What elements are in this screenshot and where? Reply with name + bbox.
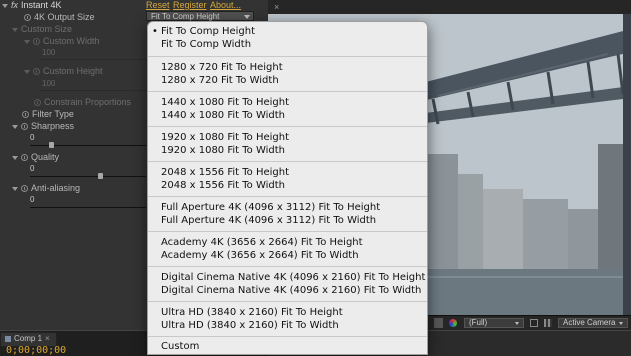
composition-icon	[5, 335, 11, 342]
sharpness-slider[interactable]	[30, 145, 146, 146]
menu-item[interactable]: Full Aperture 4K (4096 x 3112) Fit To Wi…	[161, 214, 376, 227]
menu-item[interactable]: 1280 x 720 Fit To Height	[161, 61, 283, 74]
resolution-value: (Full)	[469, 318, 488, 327]
menu-item[interactable]: Academy 4K (3656 x 2664) Fit To Width	[161, 249, 359, 262]
custom-height-value[interactable]: 100	[42, 79, 55, 88]
menu-item[interactable]: 1280 x 720 Fit To Width	[161, 74, 279, 87]
quality-label: Quality	[31, 152, 60, 162]
menu-item[interactable]: Ultra HD (3840 x 2160) Fit To Width	[161, 319, 339, 332]
effect-name: Instant 4K	[21, 0, 62, 10]
stopwatch-icon[interactable]	[34, 99, 41, 107]
custom-height-row: Custom Height	[24, 66, 103, 76]
menu-item[interactable]: Fit To Comp Height	[161, 25, 255, 38]
output-size-dropdown[interactable]: Fit To Comp Height	[146, 11, 254, 21]
menu-separator	[148, 91, 427, 92]
filter-type-label: Filter Type	[32, 109, 74, 119]
camera-icon[interactable]	[434, 318, 443, 328]
effect-header[interactable]: fx Instant 4K	[2, 0, 62, 10]
output-size-value: Fit To Comp Height	[151, 12, 220, 21]
antialiasing-slider[interactable]	[30, 207, 146, 208]
custom-height-slider[interactable]	[40, 90, 146, 91]
output-size-label: 4K Output Size	[34, 12, 95, 22]
viewer-tab-bar: ×	[268, 0, 631, 15]
color-channel-icon[interactable]	[449, 319, 457, 327]
fx-badge[interactable]: fx	[11, 0, 18, 10]
menu-separator	[148, 56, 427, 57]
menu-separator	[148, 196, 427, 197]
menu-item[interactable]: Custom	[161, 340, 199, 353]
antialiasing-row: Anti-aliasing	[12, 183, 80, 193]
selected-bullet-icon: •	[152, 26, 158, 37]
sharpness-value[interactable]: 0	[30, 133, 34, 142]
constrain-row: Constrain Proportions	[34, 97, 131, 107]
twirl-down-icon[interactable]	[12, 155, 18, 160]
register-link[interactable]: Register	[173, 0, 207, 10]
custom-width-value[interactable]: 100	[42, 48, 55, 57]
menu-item[interactable]: Digital Cinema Native 4K (4096 x 2160) F…	[161, 271, 425, 284]
resolution-dropdown[interactable]: (Full)	[464, 318, 524, 328]
twirl-down-icon[interactable]	[24, 39, 30, 44]
menu-item[interactable]: Fit To Comp Width	[161, 38, 251, 51]
stopwatch-icon[interactable]	[24, 14, 31, 22]
stopwatch-icon[interactable]	[22, 111, 29, 119]
menu-item[interactable]: Academy 4K (3656 x 2664) Fit To Height	[161, 236, 363, 249]
custom-width-row: Custom Width	[24, 36, 100, 46]
menu-separator	[148, 336, 427, 337]
twirl-down-icon[interactable]	[12, 186, 18, 191]
custom-size-group[interactable]: Custom Size	[12, 24, 72, 34]
close-icon[interactable]: ×	[274, 2, 279, 12]
filter-type-row: Filter Type	[22, 109, 74, 119]
stopwatch-icon[interactable]	[21, 185, 28, 193]
quality-value[interactable]: 0	[30, 164, 34, 173]
menu-item[interactable]: 2048 x 1556 Fit To Width	[161, 179, 285, 192]
effect-twirl-icon[interactable]	[2, 3, 8, 8]
about-link[interactable]: About...	[210, 0, 241, 10]
quality-slider[interactable]	[30, 176, 146, 177]
menu-separator	[148, 231, 427, 232]
sharpness-label: Sharpness	[31, 121, 75, 131]
twirl-down-icon[interactable]	[24, 69, 30, 74]
antialiasing-value[interactable]: 0	[30, 195, 34, 204]
constrain-label: Constrain Proportions	[44, 97, 132, 107]
stopwatch-icon[interactable]	[33, 38, 40, 46]
menu-separator	[148, 161, 427, 162]
custom-width-slider[interactable]	[40, 59, 146, 60]
menu-item[interactable]: 1440 x 1080 Fit To Width	[161, 109, 285, 122]
menu-item[interactable]: 1920 x 1080 Fit To Width	[161, 144, 285, 157]
sharpness-slider-handle[interactable]	[49, 142, 54, 148]
comp-tab-label: Comp 1	[14, 334, 43, 343]
custom-size-label: Custom Size	[21, 24, 73, 34]
custom-height-label: Custom Height	[43, 66, 103, 76]
output-size-row: 4K Output Size	[24, 12, 95, 22]
chevron-down-icon	[515, 322, 519, 325]
quality-slider-handle[interactable]	[98, 173, 103, 179]
reset-link[interactable]: Reset	[146, 0, 170, 10]
menu-item[interactable]: Ultra HD (3840 x 2160) Fit To Height	[161, 306, 343, 319]
menu-separator	[148, 266, 427, 267]
menu-item[interactable]: Digital Cinema Native 4K (4096 x 2160) F…	[161, 284, 421, 297]
twirl-down-icon[interactable]	[12, 27, 18, 32]
menu-item[interactable]: 2048 x 1556 Fit To Height	[161, 166, 289, 179]
menu-separator	[148, 126, 427, 127]
menu-separator	[148, 301, 427, 302]
camera-dropdown[interactable]: Active Camera	[558, 318, 628, 328]
twirl-down-icon[interactable]	[12, 124, 18, 129]
menu-item[interactable]: 1920 x 1080 Fit To Height	[161, 131, 289, 144]
menu-item[interactable]: 1440 x 1080 Fit To Height	[161, 96, 289, 109]
chevron-down-icon	[619, 322, 623, 325]
quality-row: Quality	[12, 152, 59, 162]
chevron-down-icon	[244, 15, 250, 19]
stopwatch-icon[interactable]	[21, 123, 28, 131]
antialiasing-label: Anti-aliasing	[31, 183, 81, 193]
custom-width-label: Custom Width	[43, 36, 100, 46]
output-size-menu: Fit To Comp Height Fit To Comp Width 1280 …	[147, 21, 428, 355]
camera-value: Active Camera	[563, 318, 616, 327]
region-of-interest-icon[interactable]	[530, 319, 538, 327]
stopwatch-icon[interactable]	[33, 68, 40, 76]
stopwatch-icon[interactable]	[21, 154, 28, 162]
close-icon[interactable]: ×	[45, 334, 50, 343]
transparency-grid-icon[interactable]	[544, 319, 552, 327]
sharpness-row: Sharpness	[12, 121, 74, 131]
menu-item[interactable]: Full Aperture 4K (4096 x 3112) Fit To He…	[161, 201, 380, 214]
